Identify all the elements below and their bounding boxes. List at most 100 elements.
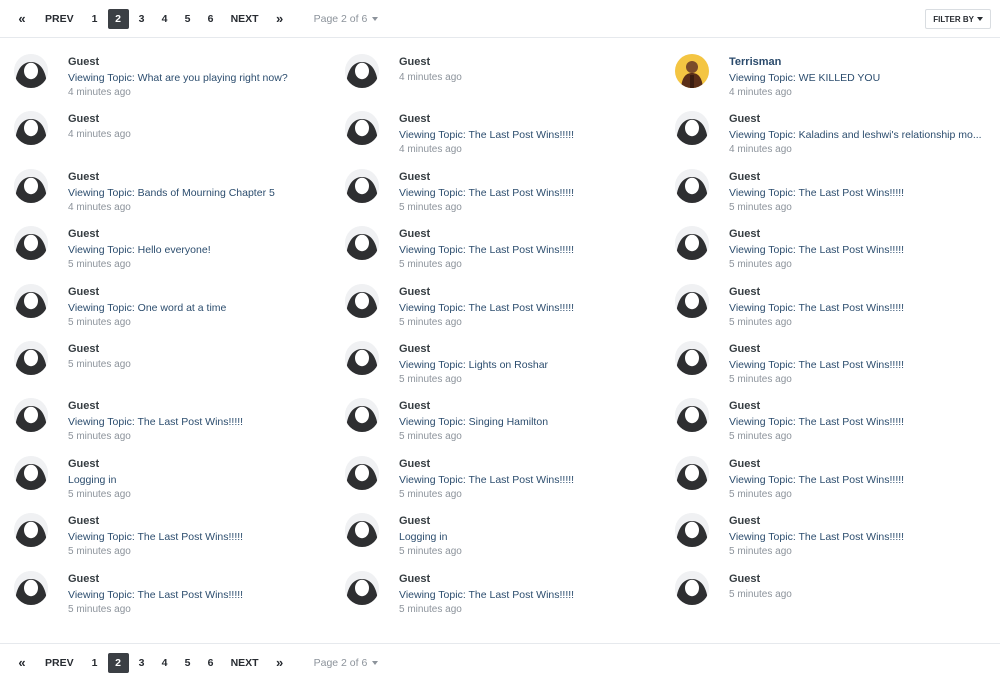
user-location[interactable]: Viewing Topic: What are you playing righ… bbox=[68, 72, 288, 84]
user-location[interactable]: Viewing Topic: The Last Post Wins!!!!! bbox=[68, 531, 243, 543]
user-location[interactable]: Viewing Topic: The Last Post Wins!!!!! bbox=[68, 416, 243, 428]
user-name: Guest bbox=[68, 56, 100, 68]
user-entry: Terrisman Viewing Topic: WE KILLED YOU 4 m… bbox=[661, 54, 991, 106]
page-3-button[interactable]: 3 bbox=[132, 653, 152, 673]
user-location[interactable]: Viewing Topic: The Last Post Wins!!!!! bbox=[68, 589, 243, 601]
guest-avatar-icon bbox=[345, 341, 379, 375]
user-location[interactable]: Viewing Topic: The Last Post Wins!!!!! bbox=[399, 589, 574, 601]
user-entry: Guest Viewing Topic: The Last Post Wins!!… bbox=[661, 284, 991, 336]
last-active-time: 5 minutes ago bbox=[729, 374, 792, 385]
last-page-button[interactable]: » bbox=[270, 9, 290, 29]
user-location[interactable]: Viewing Topic: The Last Post Wins!!!!! bbox=[729, 187, 904, 199]
pagination-top: « PREV 1 2 3 4 5 6 NEXT » Page 2 of 6 FI… bbox=[0, 0, 1000, 38]
last-active-time: 5 minutes ago bbox=[729, 431, 792, 442]
last-active-time: 4 minutes ago bbox=[399, 72, 462, 83]
user-location[interactable]: Viewing Topic: WE KILLED YOU bbox=[729, 72, 880, 84]
user-entry: Guest Viewing Topic: The Last Post Wins!!… bbox=[331, 169, 661, 221]
page-1-button[interactable]: 1 bbox=[85, 9, 105, 29]
guest-avatar-icon bbox=[14, 341, 48, 375]
user-name: Guest bbox=[68, 113, 100, 125]
user-entry: Guest Viewing Topic: The Last Post Wins!!… bbox=[331, 571, 661, 623]
user-location[interactable]: Viewing Topic: The Last Post Wins!!!!! bbox=[399, 129, 574, 141]
page-6-button[interactable]: 6 bbox=[201, 653, 221, 673]
user-location[interactable]: Viewing Topic: The Last Post Wins!!!!! bbox=[729, 474, 904, 486]
user-location[interactable]: Viewing Topic: The Last Post Wins!!!!! bbox=[729, 531, 904, 543]
user-entry: Guest Viewing Topic: The Last Post Wins!!… bbox=[661, 456, 991, 508]
page-2-button[interactable]: 2 bbox=[107, 8, 129, 29]
last-active-time: 5 minutes ago bbox=[399, 202, 462, 213]
user-location: Logging in bbox=[68, 474, 117, 486]
last-active-time: 5 minutes ago bbox=[729, 589, 792, 600]
member-name-link[interactable]: Terrisman bbox=[729, 56, 781, 68]
caret-down-icon bbox=[372, 660, 379, 665]
last-active-time: 4 minutes ago bbox=[729, 144, 792, 155]
page-jump-dropdown[interactable]: Page 2 of 6 bbox=[314, 657, 379, 669]
user-name: Guest bbox=[68, 171, 100, 183]
user-name: Guest bbox=[399, 458, 431, 470]
prev-page-button[interactable]: PREV bbox=[42, 9, 77, 29]
user-location[interactable]: Viewing Topic: Hello everyone! bbox=[68, 244, 211, 256]
user-location[interactable]: Viewing Topic: The Last Post Wins!!!!! bbox=[729, 244, 904, 256]
page-1-button[interactable]: 1 bbox=[85, 653, 105, 673]
user-entry: Guest Viewing Topic: The Last Post Wins!!… bbox=[331, 226, 661, 278]
user-name: Guest bbox=[68, 343, 100, 355]
page-of-label: Page 2 of 6 bbox=[313, 12, 368, 25]
page-2-button[interactable]: 2 bbox=[107, 652, 129, 673]
last-active-time: 4 minutes ago bbox=[68, 87, 131, 98]
user-name: Guest bbox=[729, 343, 761, 355]
user-location[interactable]: Viewing Topic: The Last Post Wins!!!!! bbox=[399, 244, 574, 256]
last-active-time: 5 minutes ago bbox=[399, 317, 462, 328]
filter-by-button[interactable]: FILTER BY bbox=[925, 9, 991, 29]
user-name: Guest bbox=[729, 573, 761, 585]
user-location[interactable]: Viewing Topic: The Last Post Wins!!!!! bbox=[729, 359, 904, 371]
last-active-time: 4 minutes ago bbox=[68, 202, 131, 213]
first-page-button[interactable]: « bbox=[12, 9, 32, 29]
pagination-bottom: « PREV 1 2 3 4 5 6 NEXT » Page 2 of 6 bbox=[0, 643, 1000, 681]
guest-avatar-icon bbox=[14, 54, 48, 88]
user-location[interactable]: Viewing Topic: Lights on Roshar bbox=[399, 359, 548, 371]
last-active-time: 5 minutes ago bbox=[68, 259, 131, 270]
last-active-time: 5 minutes ago bbox=[399, 604, 462, 615]
next-page-button[interactable]: NEXT bbox=[228, 9, 262, 29]
user-name: Guest bbox=[399, 171, 431, 183]
guest-avatar-icon bbox=[675, 226, 709, 260]
user-entry: Guest Viewing Topic: Lights on Roshar 5 mi… bbox=[331, 341, 661, 393]
user-location[interactable]: Viewing Topic: The Last Post Wins!!!!! bbox=[399, 187, 574, 199]
last-active-time: 5 minutes ago bbox=[68, 431, 131, 442]
user-name: Guest bbox=[399, 343, 431, 355]
user-entry: Guest Viewing Topic: The Last Post Wins!!… bbox=[661, 169, 991, 221]
user-name: Guest bbox=[399, 286, 431, 298]
page-jump-dropdown[interactable]: Page 2 of 6 bbox=[314, 13, 379, 25]
user-location[interactable]: Viewing Topic: Bands of Mourning Chapter… bbox=[68, 187, 275, 199]
user-location[interactable]: Viewing Topic: Singing Hamilton bbox=[399, 416, 548, 428]
guest-avatar-icon bbox=[675, 341, 709, 375]
user-location[interactable]: Viewing Topic: The Last Post Wins!!!!! bbox=[729, 302, 904, 314]
user-entry: Guest Viewing Topic: The Last Post Wins!!… bbox=[661, 513, 991, 565]
guest-avatar-icon bbox=[14, 513, 48, 547]
last-active-time: 4 minutes ago bbox=[68, 129, 131, 140]
user-location[interactable]: Viewing Topic: Kaladins and leshwi's rel… bbox=[729, 129, 982, 141]
user-entry: Guest 5 minutes ago bbox=[661, 571, 991, 623]
page-4-button[interactable]: 4 bbox=[155, 9, 175, 29]
user-location[interactable]: Viewing Topic: The Last Post Wins!!!!! bbox=[399, 474, 574, 486]
user-avatar[interactable] bbox=[675, 54, 709, 88]
page-5-button[interactable]: 5 bbox=[178, 653, 198, 673]
guest-avatar-icon bbox=[345, 54, 379, 88]
page-4-button[interactable]: 4 bbox=[155, 653, 175, 673]
last-page-button[interactable]: » bbox=[270, 653, 290, 673]
first-page-button[interactable]: « bbox=[12, 653, 32, 673]
user-name: Guest bbox=[729, 286, 761, 298]
next-page-button[interactable]: NEXT bbox=[228, 653, 262, 673]
prev-page-button[interactable]: PREV bbox=[42, 653, 77, 673]
user-name: Guest bbox=[729, 515, 761, 527]
page-6-button[interactable]: 6 bbox=[201, 9, 221, 29]
user-location[interactable]: Viewing Topic: One word at a time bbox=[68, 302, 226, 314]
last-active-time: 5 minutes ago bbox=[729, 489, 792, 500]
user-location[interactable]: Viewing Topic: The Last Post Wins!!!!! bbox=[399, 302, 574, 314]
user-location: Logging in bbox=[399, 531, 448, 543]
user-name: Guest bbox=[729, 228, 761, 240]
user-location[interactable]: Viewing Topic: The Last Post Wins!!!!! bbox=[729, 416, 904, 428]
page-5-button[interactable]: 5 bbox=[178, 9, 198, 29]
user-name: Guest bbox=[729, 171, 761, 183]
page-3-button[interactable]: 3 bbox=[132, 9, 152, 29]
